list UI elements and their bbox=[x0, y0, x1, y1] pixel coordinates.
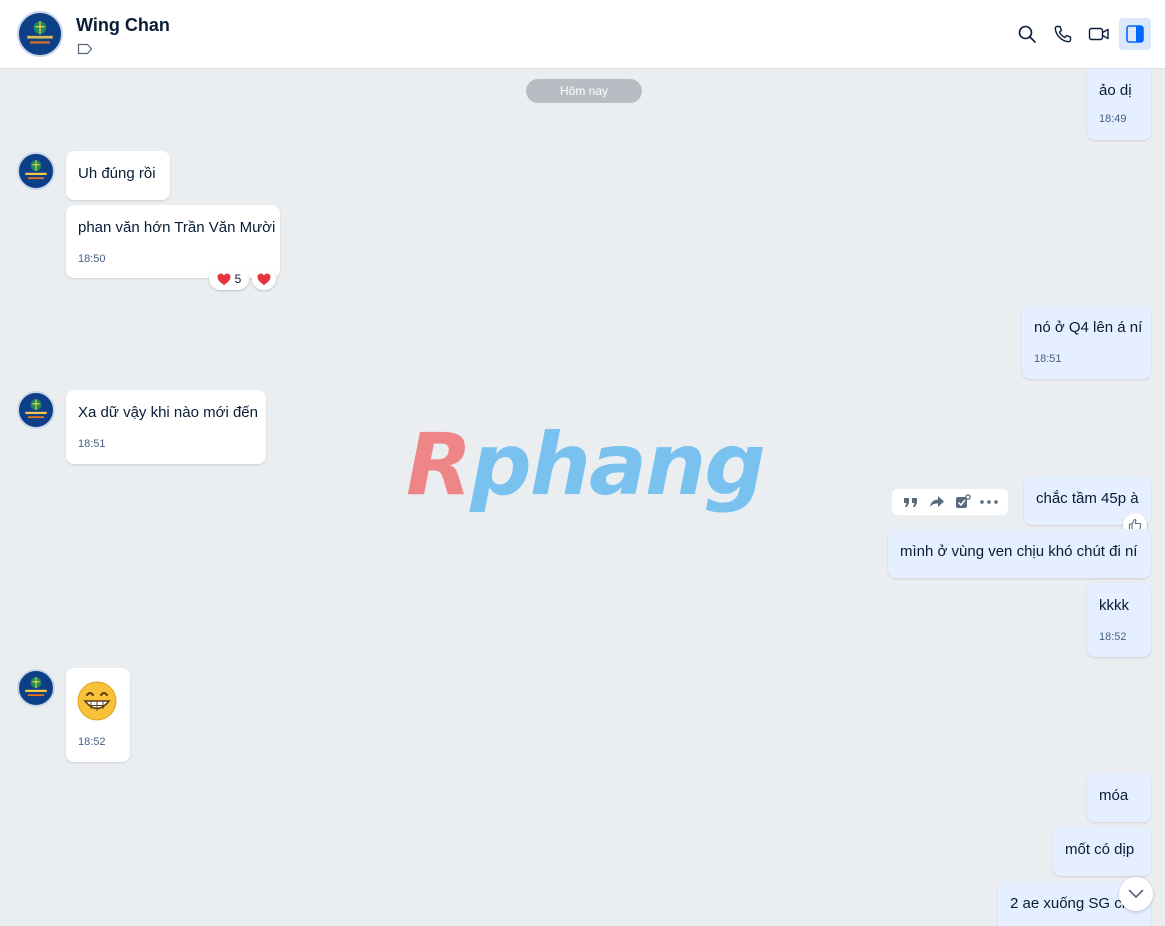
date-separator: Hôm nay bbox=[526, 79, 642, 103]
message-bubble-incoming[interactable]: Xa dữ vậy khi nào mới đến 18:51 bbox=[66, 390, 266, 464]
contact-avatar[interactable] bbox=[17, 11, 63, 57]
message-bubble-outgoing[interactable]: mình ở vùng ven chịu khó chút đi ní bbox=[888, 529, 1151, 578]
message-bubble-incoming[interactable]: phan văn hớn Trần Văn Mười 18:50 bbox=[66, 205, 280, 278]
sender-avatar[interactable] bbox=[17, 391, 55, 429]
message-text: Uh đúng rồi bbox=[78, 165, 156, 182]
message-text: Xa dữ vậy khi nào mới đến bbox=[78, 404, 258, 421]
message-time: 18:51 bbox=[78, 438, 106, 450]
chat-header: Wing Chan bbox=[0, 0, 1165, 69]
voice-call-button[interactable] bbox=[1047, 18, 1079, 50]
avatar-logo-icon bbox=[25, 677, 47, 697]
reaction-count: 5 bbox=[234, 272, 242, 286]
checkbox-task-icon bbox=[956, 494, 971, 508]
heart-icon bbox=[217, 273, 231, 285]
more-dots-icon bbox=[980, 500, 998, 504]
forward-button[interactable] bbox=[926, 491, 948, 513]
message-bubble-incoming[interactable]: Uh đúng rồi bbox=[66, 151, 170, 200]
message-text: 2 ae xuống SG ch bbox=[1010, 895, 1131, 912]
message-time: 18:51 bbox=[1034, 353, 1062, 365]
phone-icon bbox=[1054, 25, 1072, 43]
message-bubble-incoming[interactable]: 18:52 bbox=[66, 668, 130, 762]
sender-avatar[interactable] bbox=[17, 152, 55, 190]
message-text: chắc tầm 45p à bbox=[1036, 490, 1139, 507]
video-camera-icon bbox=[1088, 27, 1109, 41]
message-time: 18:49 bbox=[1099, 113, 1127, 125]
message-text: móa bbox=[1099, 787, 1129, 804]
share-arrow-icon bbox=[930, 496, 944, 508]
toggle-info-panel-button[interactable] bbox=[1119, 18, 1151, 50]
heart-icon bbox=[257, 273, 271, 285]
side-panel-icon bbox=[1126, 25, 1144, 43]
message-list[interactable]: Hôm nay ảo dị 18:49 Uh đúng rồi phan văn… bbox=[0, 69, 1165, 926]
message-time: 18:50 bbox=[78, 253, 106, 265]
assign-task-button[interactable] bbox=[952, 491, 974, 513]
grinning-face-icon bbox=[77, 681, 117, 721]
search-icon bbox=[1018, 25, 1036, 43]
avatar-logo-icon bbox=[25, 160, 47, 180]
message-bubble-outgoing[interactable]: kkkk 18:52 bbox=[1087, 583, 1151, 657]
search-button[interactable] bbox=[1011, 18, 1043, 50]
message-actions-toolbar bbox=[892, 489, 1008, 515]
video-call-button[interactable] bbox=[1083, 18, 1115, 50]
message-text: ảo dị bbox=[1099, 82, 1132, 99]
contact-name: Wing Chan bbox=[76, 15, 170, 35]
message-bubble-outgoing[interactable]: ảo dị 18:49 bbox=[1087, 69, 1151, 140]
scroll-to-bottom-button[interactable] bbox=[1119, 877, 1153, 911]
message-text: phan văn hớn Trần Văn Mười bbox=[78, 219, 276, 236]
message-bubble-outgoing[interactable]: nó ở Q4 lên á ní 18:51 bbox=[1022, 305, 1151, 379]
message-text: kkkk bbox=[1099, 597, 1129, 614]
message-text: mốt có dịp bbox=[1065, 841, 1135, 858]
reaction-summary[interactable]: 5 bbox=[209, 268, 249, 290]
quote-button[interactable] bbox=[900, 491, 922, 513]
message-bubble-outgoing[interactable]: móa bbox=[1087, 773, 1151, 822]
avatar-logo-icon bbox=[25, 399, 47, 419]
message-bubble-outgoing[interactable]: mốt có dịp bbox=[1053, 827, 1151, 876]
sender-avatar[interactable] bbox=[17, 669, 55, 707]
tag-icon[interactable] bbox=[77, 43, 93, 55]
avatar-logo-icon bbox=[27, 21, 53, 44]
message-time: 18:52 bbox=[1099, 631, 1127, 643]
message-text: nó ở Q4 lên á ní bbox=[1034, 319, 1143, 336]
message-time: 18:52 bbox=[78, 736, 106, 748]
message-text: mình ở vùng ven chịu khó chút đi ní bbox=[900, 543, 1138, 560]
add-reaction-button[interactable] bbox=[252, 268, 276, 290]
watermark-logo: Rphang bbox=[406, 415, 766, 515]
quote-icon bbox=[904, 498, 917, 507]
more-options-button[interactable] bbox=[978, 491, 1000, 513]
chevron-down-icon bbox=[1128, 889, 1144, 898]
